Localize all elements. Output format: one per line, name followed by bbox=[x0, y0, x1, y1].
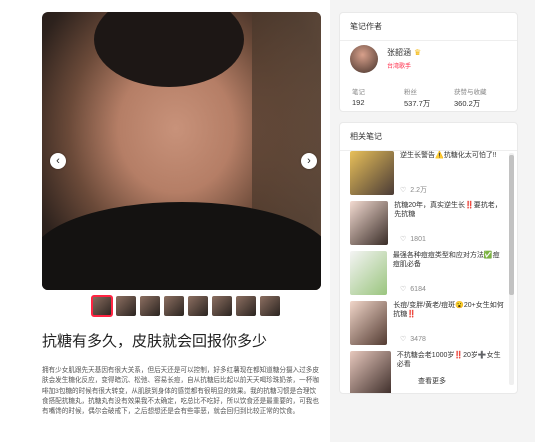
related-note-item[interactable]: 抗糖20年，真实逆生长‼️要抗老，先抗糖 ♡ 1801 bbox=[350, 201, 506, 247]
image-thumbnail[interactable] bbox=[260, 296, 280, 316]
chevron-right-icon: › bbox=[307, 155, 311, 167]
heart-icon: ♡ bbox=[400, 336, 407, 343]
related-note-thumbnail bbox=[350, 351, 391, 393]
author-panel-title: 笔记作者 bbox=[340, 13, 517, 41]
image-thumbnail[interactable] bbox=[116, 296, 136, 316]
related-note-item[interactable]: 不抗糖会老1000岁‼️20岁➕女生必看 bbox=[350, 351, 506, 393]
related-note-thumbnail bbox=[350, 151, 394, 195]
related-note-thumbnail bbox=[350, 301, 388, 345]
author-avatar[interactable] bbox=[350, 45, 378, 73]
author-name[interactable]: 张韶涵 bbox=[387, 47, 411, 58]
image-thumbnail[interactable] bbox=[140, 296, 160, 316]
heart-icon: ♡ bbox=[400, 187, 407, 194]
related-note-title: 不抗糖会老1000岁‼️20岁➕女生必看 bbox=[396, 352, 501, 368]
prev-image-button[interactable]: ‹ bbox=[50, 153, 66, 169]
related-note-item[interactable]: 长痘/变胖/黄老/痘斑😮20+女生如何抗糖‼️ ♡ 3478 bbox=[350, 301, 506, 347]
related-note-like-count: 1801 bbox=[410, 235, 426, 243]
image-thumbnail[interactable] bbox=[236, 296, 256, 316]
related-note-likes: ♡ 1801 bbox=[400, 235, 426, 244]
related-panel-title: 相关笔记 bbox=[340, 123, 517, 151]
note-photo[interactable] bbox=[42, 12, 321, 290]
stat-value-likes: 360.2万 bbox=[454, 99, 481, 108]
crown-icon: ♛ bbox=[414, 48, 422, 57]
author-name-row[interactable]: 张韶涵 ♛ bbox=[387, 47, 421, 58]
stat-label-fans: 粉丝 bbox=[404, 89, 417, 96]
next-image-button[interactable]: › bbox=[301, 153, 317, 169]
see-more-link[interactable]: 查看更多 bbox=[418, 376, 446, 386]
related-note-likes: ♡ 6184 bbox=[400, 285, 426, 294]
note-main: ‹ › 抗糖有多久，皮肤就会回报你多少 拥有少女肌跟先天基因有很大关系，但后天还… bbox=[0, 0, 330, 442]
stat-label-likes: 获赞与收藏 bbox=[454, 89, 487, 96]
heart-icon: ♡ bbox=[400, 236, 407, 243]
image-thumbnail[interactable] bbox=[212, 296, 232, 316]
stat-value-fans: 537.7万 bbox=[404, 99, 431, 108]
image-thumbnail[interactable] bbox=[91, 295, 113, 317]
related-note-like-count: 6184 bbox=[410, 285, 426, 293]
related-note-item[interactable]: 最强各种痘痘类型和应对方法✅痘痘肌必备 ♡ 6184 bbox=[350, 251, 506, 297]
stat-value-notes: 192 bbox=[352, 98, 365, 107]
related-note-like-count: 3478 bbox=[410, 335, 426, 343]
image-thumbnail[interactable] bbox=[188, 296, 208, 316]
author-role: 台湾歌手 bbox=[387, 64, 412, 70]
image-thumbnail[interactable] bbox=[164, 296, 184, 316]
author-panel: 笔记作者 张韶涵 ♛ 台湾歌手 笔记 192 粉丝 537.7万 获赞与收藏 3… bbox=[339, 12, 518, 112]
related-scrollbar-thumb[interactable] bbox=[509, 155, 514, 295]
note-title: 抗糖有多久，皮肤就会回报你多少 bbox=[42, 333, 268, 350]
note-body: 拥有少女肌跟先天基因有很大关系，但后天还是可以控制，好多红薯现在都知道糖分摄入过… bbox=[42, 367, 319, 416]
related-note-item[interactable]: 逆生长警告⚠️抗糖化太可怕了!! ♡ 2.2万 bbox=[350, 151, 506, 197]
related-note-like-count: 2.2万 bbox=[410, 187, 428, 194]
related-note-likes: ♡ 2.2万 bbox=[400, 185, 427, 195]
heart-icon: ♡ bbox=[400, 286, 407, 293]
stat-label-notes: 笔记 bbox=[352, 89, 365, 96]
image-thumbnail-strip bbox=[91, 295, 280, 317]
photo-hair bbox=[94, 12, 244, 87]
related-note-thumbnail bbox=[350, 251, 387, 295]
related-note-thumbnail bbox=[350, 201, 389, 245]
chevron-left-icon: ‹ bbox=[56, 155, 60, 167]
photo-coat bbox=[42, 202, 321, 290]
related-notes-panel: 相关笔记 逆生长警告⚠️抗糖化太可怕了!! ♡ 2.2万 抗糖20年，真实逆生长… bbox=[339, 122, 518, 394]
related-note-likes: ♡ 3478 bbox=[400, 335, 426, 344]
